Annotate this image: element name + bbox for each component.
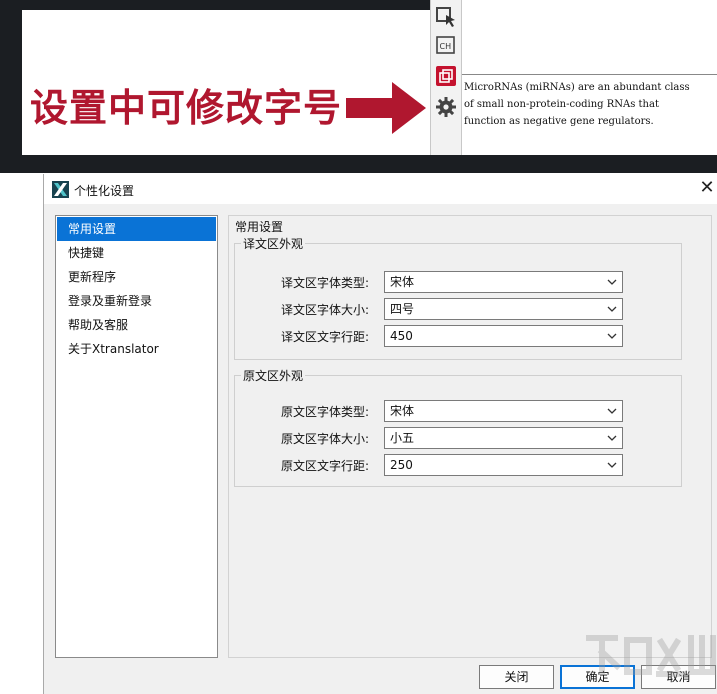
- dialog-titlebar: 个性化设置 ✕: [44, 174, 717, 204]
- group-title: 译文区外观: [241, 235, 306, 252]
- translation-pane: [462, 0, 717, 75]
- chevron-down-icon: [607, 435, 617, 441]
- cursor-select-icon[interactable]: [435, 6, 457, 28]
- app-logo-icon: [52, 181, 69, 198]
- field-label: 原文区字体类型:: [280, 405, 369, 419]
- source-text-preview: MicroRNAs (miRNAs) are an abundant class…: [462, 75, 717, 155]
- chevron-down-icon: [607, 306, 617, 312]
- dialog-title: 个性化设置: [74, 184, 135, 198]
- preview-line: MicroRNAs (miRNAs) are an abundant class: [464, 82, 690, 93]
- field-label: 译文区字体类型:: [280, 276, 369, 290]
- settings-nav: 常用设置 快捷键 更新程序 登录及重新登录 帮助及客服 关于Xtranslato…: [55, 215, 218, 658]
- translation-line-spacing-select[interactable]: 450: [384, 325, 623, 347]
- side-toolbar: CH: [430, 0, 462, 155]
- preview-line: of small non-protein-coding RNAs that: [464, 99, 659, 110]
- translation-font-size-select[interactable]: 四号: [384, 298, 623, 320]
- close-icon[interactable]: ✕: [698, 179, 716, 197]
- nav-item-about[interactable]: 关于Xtranslator: [56, 337, 217, 361]
- svg-text:CH: CH: [440, 42, 452, 51]
- nav-item-general[interactable]: 常用设置: [57, 217, 216, 241]
- form-row: 译文区字体大小: 四号: [235, 298, 683, 320]
- settings-content: 常用设置 译文区外观 译文区字体类型: 宋体 译文区字体大小: 四号 译文区文字…: [228, 215, 712, 658]
- field-label: 原文区文字行距:: [280, 459, 369, 473]
- select-value: 小五: [390, 431, 415, 445]
- form-row: 原文区字体大小: 小五: [235, 427, 683, 449]
- gear-icon[interactable]: [435, 96, 457, 118]
- field-label: 译文区字体大小:: [280, 303, 369, 317]
- translate-icon[interactable]: CH: [435, 34, 457, 56]
- source-appearance-group: 原文区外观 原文区字体类型: 宋体 原文区字体大小: 小五 原文区文字行距: 2…: [234, 367, 683, 487]
- chevron-down-icon: [607, 333, 617, 339]
- source-font-type-select[interactable]: 宋体: [384, 400, 623, 422]
- select-value: 450: [390, 329, 413, 343]
- select-value: 宋体: [390, 275, 415, 289]
- form-row: 译文区文字行距: 450: [235, 325, 683, 347]
- form-row: 译文区字体类型: 宋体: [235, 271, 683, 293]
- nav-item-shortcuts[interactable]: 快捷键: [56, 241, 217, 265]
- source-line-spacing-select[interactable]: 250: [384, 454, 623, 476]
- translation-appearance-group: 译文区外观 译文区字体类型: 宋体 译文区字体大小: 四号 译文区文字行距: 4…: [234, 235, 683, 360]
- chevron-down-icon: [607, 408, 617, 414]
- promo-caption: 设置中可修改字号: [30, 86, 343, 130]
- select-value: 250: [390, 458, 413, 472]
- watermark-logo: [586, 635, 716, 677]
- select-value: 宋体: [390, 404, 415, 418]
- section-heading: 常用设置: [235, 220, 284, 234]
- source-font-size-select[interactable]: 小五: [384, 427, 623, 449]
- settings-dialog: 个性化设置 ✕ 常用设置 快捷键 更新程序 登录及重新登录 帮助及客服 关于Xt…: [43, 174, 717, 694]
- nav-item-login[interactable]: 登录及重新登录: [56, 289, 217, 313]
- preview-line: function as negative gene regulators.: [464, 116, 654, 127]
- close-button[interactable]: 关闭: [479, 665, 554, 689]
- promo-banner: 设置中可修改字号 CH MicroRNAs (miRNAs) are an ab…: [0, 0, 717, 173]
- form-row: 原文区文字行距: 250: [235, 454, 683, 476]
- chevron-down-icon: [607, 279, 617, 285]
- field-label: 原文区字体大小:: [280, 432, 369, 446]
- arrow-right-icon: [346, 82, 426, 134]
- select-value: 四号: [390, 302, 415, 316]
- copy-icon[interactable]: [435, 65, 457, 87]
- form-row: 原文区字体类型: 宋体: [235, 400, 683, 422]
- nav-item-update[interactable]: 更新程序: [56, 265, 217, 289]
- field-label: 译文区文字行距:: [280, 330, 369, 344]
- group-title: 原文区外观: [241, 367, 306, 384]
- translation-font-type-select[interactable]: 宋体: [384, 271, 623, 293]
- chevron-down-icon: [607, 462, 617, 468]
- nav-item-help[interactable]: 帮助及客服: [56, 313, 217, 337]
